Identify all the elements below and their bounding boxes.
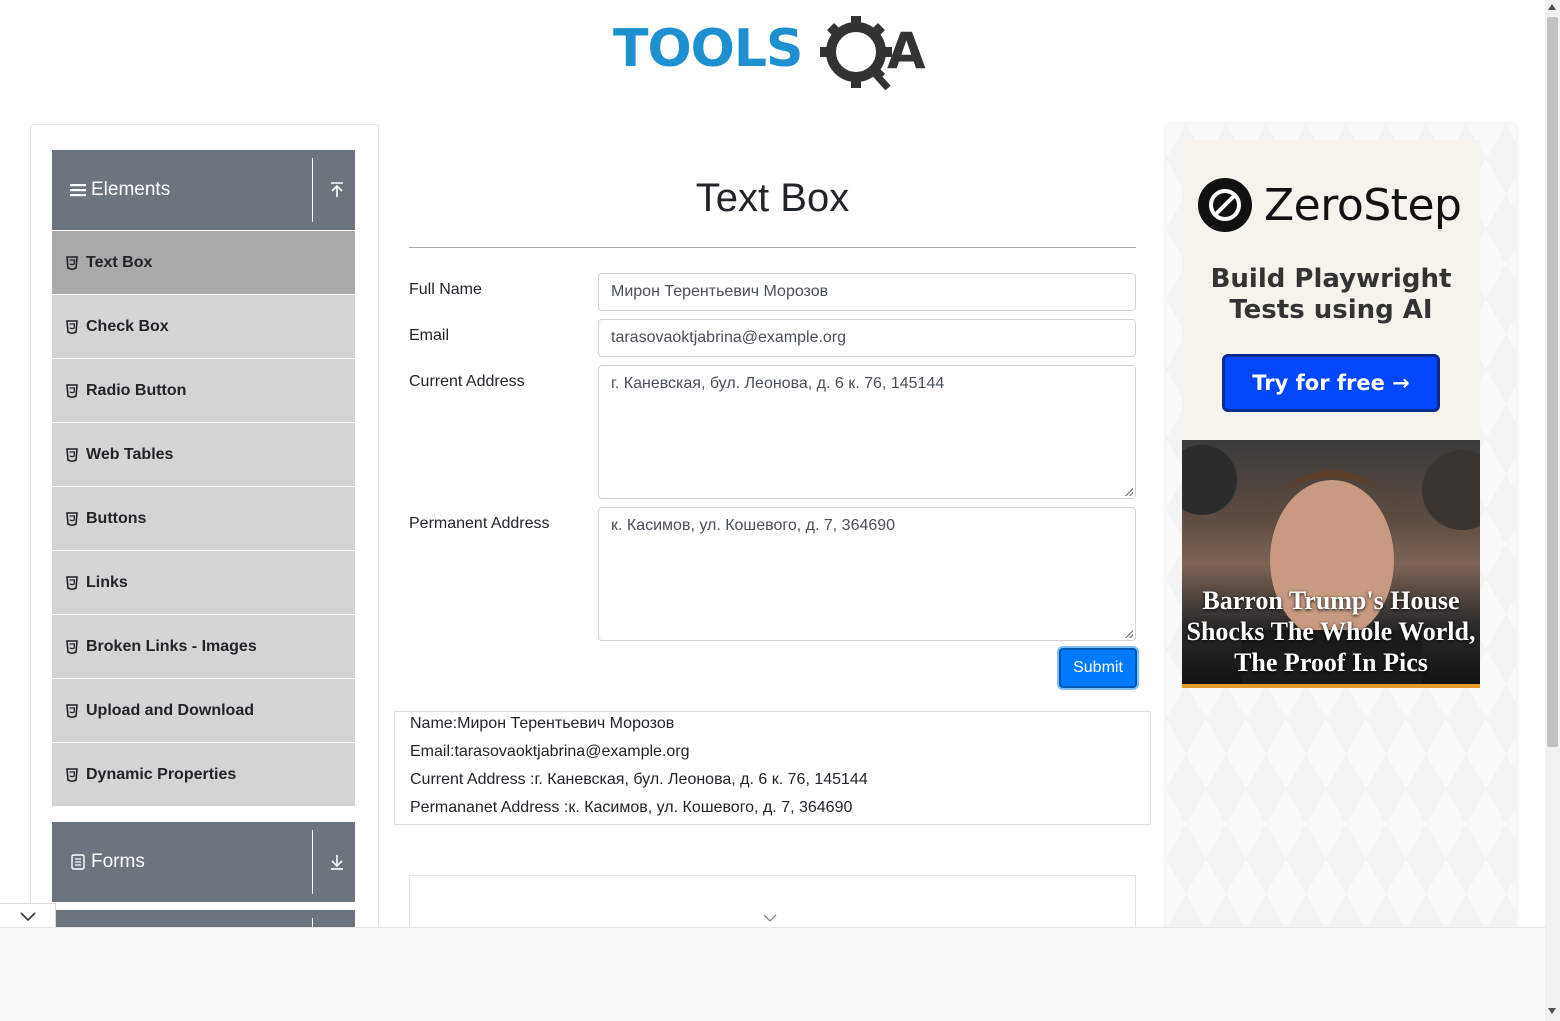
output-panel: Name:Мирон Терентьевич Морозов Email:tar…: [394, 711, 1151, 825]
current-address-label: Current Address: [409, 373, 525, 390]
bottom-bar-toggle[interactable]: [0, 903, 56, 929]
permanent-address-textarea[interactable]: к. Касимов, ул. Кошевого, д. 7, 364690: [598, 507, 1136, 641]
html5-icon: [66, 319, 78, 334]
ad-accent-bar: [1182, 684, 1480, 688]
output-name: Name:Мирон Терентьевич Морозов: [410, 715, 675, 732]
full-name-label: Full Name: [409, 281, 482, 298]
collapse-arrow-icon[interactable]: [327, 180, 347, 200]
html5-icon: [66, 447, 78, 462]
group-label: Elements: [91, 179, 171, 200]
chevron-down-icon[interactable]: [763, 913, 777, 923]
sidebar-item-label: Text Box: [86, 253, 153, 271]
html5-icon: [66, 767, 78, 782]
ad-column: ZeroStep Build Playwright Tests using AI…: [1166, 124, 1516, 944]
scroll-down-arrow-icon[interactable]: [1548, 1008, 1556, 1014]
full-name-row: Full Name Мирон Терентьевич Морозов: [409, 273, 1136, 311]
tagline-line: Build Playwright: [1210, 264, 1452, 294]
sidebar-item-radio-button[interactable]: Radio Button: [52, 358, 355, 422]
sidebar-item-broken-links[interactable]: Broken Links - Images: [52, 614, 355, 678]
sidebar-item-label: Check Box: [86, 317, 169, 335]
divider: [312, 830, 313, 894]
current-address-textarea[interactable]: г. Каневская, бул. Леонова, д. 6 к. 76, …: [598, 365, 1136, 499]
sidebar-item-check-box[interactable]: Check Box: [52, 294, 355, 358]
html5-icon: [66, 383, 78, 398]
document-icon: [69, 853, 87, 871]
site-header: TOOLS A: [0, 0, 1545, 110]
elements-menu: Text Box Check Box Radio Button Web Tabl…: [52, 230, 355, 806]
sidebar-item-label: Broken Links - Images: [86, 637, 257, 655]
sidebar-item-web-tables[interactable]: Web Tables: [52, 422, 355, 486]
sidebar-item-label: Buttons: [86, 509, 147, 527]
hamburger-icon: [69, 181, 87, 199]
bottom-ad-bar: [0, 927, 1545, 1021]
sidebar-item-upload-download[interactable]: Upload and Download: [52, 678, 355, 742]
svg-text:A: A: [887, 22, 926, 80]
full-name-input[interactable]: Мирон Терентьевич Морозов: [598, 273, 1136, 311]
zerostep-logo-icon: [1198, 178, 1252, 232]
submit-button[interactable]: Submit: [1059, 648, 1137, 688]
permanent-address-row: Permanent Address к. Касимов, ул. Кошево…: [409, 507, 1136, 641]
sidebar-item-label: Links: [86, 573, 128, 591]
svg-text:TOOLS: TOOLS: [613, 19, 802, 79]
sidebar-item-label: Dynamic Properties: [86, 765, 237, 783]
news-ad[interactable]: Barron Trump's House Shocks The Whole Wo…: [1182, 440, 1480, 688]
page-title: Text Box: [695, 176, 850, 220]
zerostep-ad[interactable]: ZeroStep Build Playwright Tests using AI…: [1182, 140, 1480, 440]
sidebar-item-buttons[interactable]: Buttons: [52, 486, 355, 550]
sidebar-item-label: Web Tables: [86, 445, 174, 463]
scroll-up-arrow-icon[interactable]: [1548, 4, 1556, 10]
html5-icon: [66, 575, 78, 590]
current-address-row: Current Address г. Каневская, бул. Леоно…: [409, 365, 1136, 499]
sidebar-item-label: Upload and Download: [86, 701, 254, 719]
output-email: Email:tarasovaoktjabrina@example.org: [410, 743, 690, 760]
html5-icon: [66, 255, 78, 270]
resize-handle[interactable]: [1125, 630, 1133, 638]
ad-headline: Barron Trump's House Shocks The Whole Wo…: [1186, 586, 1476, 677]
group-header-forms[interactable]: Forms: [52, 822, 355, 902]
toolsqa-logo[interactable]: TOOLS A: [613, 14, 935, 92]
html5-icon: [66, 703, 78, 718]
output-permanent-address: Permananet Address :к. Касимов, ул. Коше…: [410, 799, 853, 816]
permanent-address-value: к. Касимов, ул. Кошевого, д. 7, 364690: [611, 517, 896, 534]
resize-handle[interactable]: [1125, 488, 1133, 496]
expand-arrow-icon[interactable]: [327, 852, 347, 872]
divider: [312, 158, 313, 222]
group-label: Forms: [91, 851, 145, 872]
zerostep-brand: ZeroStep: [1264, 180, 1462, 231]
try-for-free-button[interactable]: Try for free →: [1222, 354, 1440, 412]
collapsed-ad-box: [409, 875, 1136, 935]
sidebar-item-text-box[interactable]: Text Box: [52, 230, 355, 294]
html5-icon: [66, 639, 78, 654]
sidebar-item-links[interactable]: Links: [52, 550, 355, 614]
group-header-elements[interactable]: Elements: [52, 150, 355, 230]
email-label: Email: [409, 327, 450, 344]
zerostep-tagline: Build Playwright Tests using AI: [1182, 264, 1480, 326]
title-divider: [409, 247, 1136, 248]
page-scrollbar[interactable]: [1545, 0, 1560, 1021]
output-current-address: Current Address :г. Каневская, бул. Леон…: [410, 771, 868, 788]
sidebar-item-label: Radio Button: [86, 381, 187, 399]
tagline-line: Tests using AI: [1229, 295, 1433, 325]
scroll-thumb[interactable]: [1547, 17, 1558, 747]
current-address-value: г. Каневская, бул. Леонова, д. 6 к. 76, …: [611, 375, 945, 392]
email-input[interactable]: tarasovaoktjabrina@example.org: [598, 319, 1136, 357]
html5-icon: [66, 511, 78, 526]
sidebar-item-dynamic-properties[interactable]: Dynamic Properties: [52, 742, 355, 806]
left-panel: Elements Text Box Check Box Radio Button…: [30, 124, 379, 944]
email-row: Email tarasovaoktjabrina@example.org: [409, 319, 1136, 357]
permanent-address-label: Permanent Address: [409, 515, 550, 532]
